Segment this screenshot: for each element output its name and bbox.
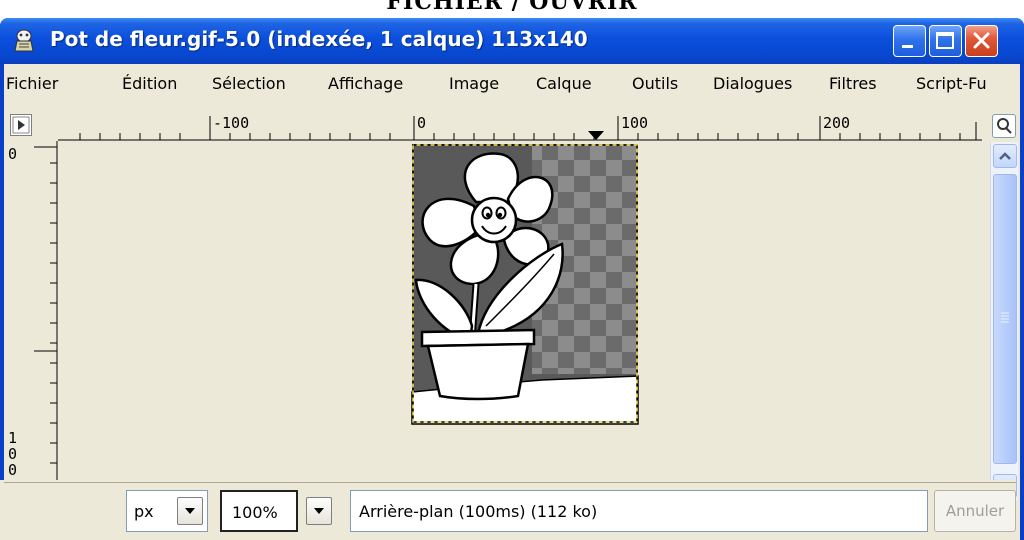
minimize-icon <box>902 45 913 48</box>
menu-dialogues[interactable]: Dialogues <box>713 74 792 93</box>
menu-affichage[interactable]: Affichage <box>328 74 403 93</box>
minimize-button[interactable] <box>893 25 926 57</box>
menu-selection[interactable]: Sélection <box>212 74 286 93</box>
chevron-up-icon <box>999 152 1011 160</box>
unit-selector[interactable]: px <box>126 490 208 532</box>
status-bar: px 100% Arrière-plan (100ms) (112 ko) An… <box>0 480 1016 540</box>
menu-outils[interactable]: Outils <box>632 74 678 93</box>
triangle-down-icon <box>185 508 195 514</box>
vertical-ruler[interactable]: 0 1 0 0 <box>4 141 58 501</box>
triangle-down-icon <box>314 508 324 514</box>
menu-bar: Fichier Édition Sélection Affichage Imag… <box>4 64 1020 104</box>
ruler-pointer-icon <box>588 131 604 140</box>
status-message-text: Arrière-plan (100ms) (112 ko) <box>359 502 598 521</box>
title-bar[interactable]: Pot de fleur.gif-5.0 (indexée, 1 calque)… <box>0 18 1024 64</box>
image-menu-button[interactable] <box>10 114 32 136</box>
ruler-label-0: 0 <box>417 114 427 132</box>
play-triangle-icon <box>12 116 30 134</box>
menu-calque[interactable]: Calque <box>536 74 592 93</box>
menu-image[interactable]: Image <box>449 74 499 93</box>
maximize-icon <box>936 32 954 49</box>
cancel-button[interactable]: Annuler <box>934 490 1016 532</box>
zoom-input[interactable]: 100% <box>220 490 298 532</box>
close-icon <box>973 32 990 49</box>
ruler-label-200: 200 <box>823 114 851 132</box>
menu-edition[interactable]: Édition <box>122 74 177 93</box>
zoom-value: 100% <box>232 503 278 522</box>
zoom-dropdown-button[interactable] <box>306 497 332 525</box>
horizontal-ruler[interactable]: -100 0 100 200 <box>58 112 982 141</box>
magnifier-icon <box>997 118 1012 134</box>
vruler-label-digit-3: 0 <box>8 461 18 479</box>
menu-script-fu[interactable]: Script-Fu <box>916 74 987 93</box>
scroll-up-button[interactable] <box>993 144 1017 168</box>
unit-dropdown-button[interactable] <box>177 497 203 525</box>
menu-fichier[interactable]: Fichier <box>6 74 58 93</box>
ruler-label-100: 100 <box>621 114 649 132</box>
close-button[interactable] <box>965 25 998 57</box>
status-message: Arrière-plan (100ms) (112 ko) <box>350 490 928 532</box>
flower-pot-image <box>411 144 639 425</box>
vertical-scrollbar[interactable] <box>990 142 1018 500</box>
gimp-app-icon[interactable] <box>11 27 37 53</box>
vruler-label-0: 0 <box>8 145 18 163</box>
grip-icon <box>1001 312 1009 323</box>
unit-value: px <box>134 502 154 521</box>
maximize-button[interactable] <box>929 25 962 57</box>
banner-text: FICHIER / OUVRIR <box>386 0 638 15</box>
image-canvas[interactable] <box>58 144 982 504</box>
image-window: Pot de fleur.gif-5.0 (indexée, 1 calque)… <box>0 18 1024 540</box>
menu-filtres[interactable]: Filtres <box>829 74 877 93</box>
ruler-label-minus-100: -100 <box>213 114 250 132</box>
page-banner: FICHIER / OUVRIR <box>0 0 1024 18</box>
zoom-fit-button[interactable] <box>992 114 1016 138</box>
vertical-scroll-thumb[interactable] <box>993 174 1017 464</box>
window-title: Pot de fleur.gif-5.0 (indexée, 1 calque)… <box>50 27 588 51</box>
window-client: Fichier Édition Sélection Affichage Imag… <box>4 64 1020 540</box>
